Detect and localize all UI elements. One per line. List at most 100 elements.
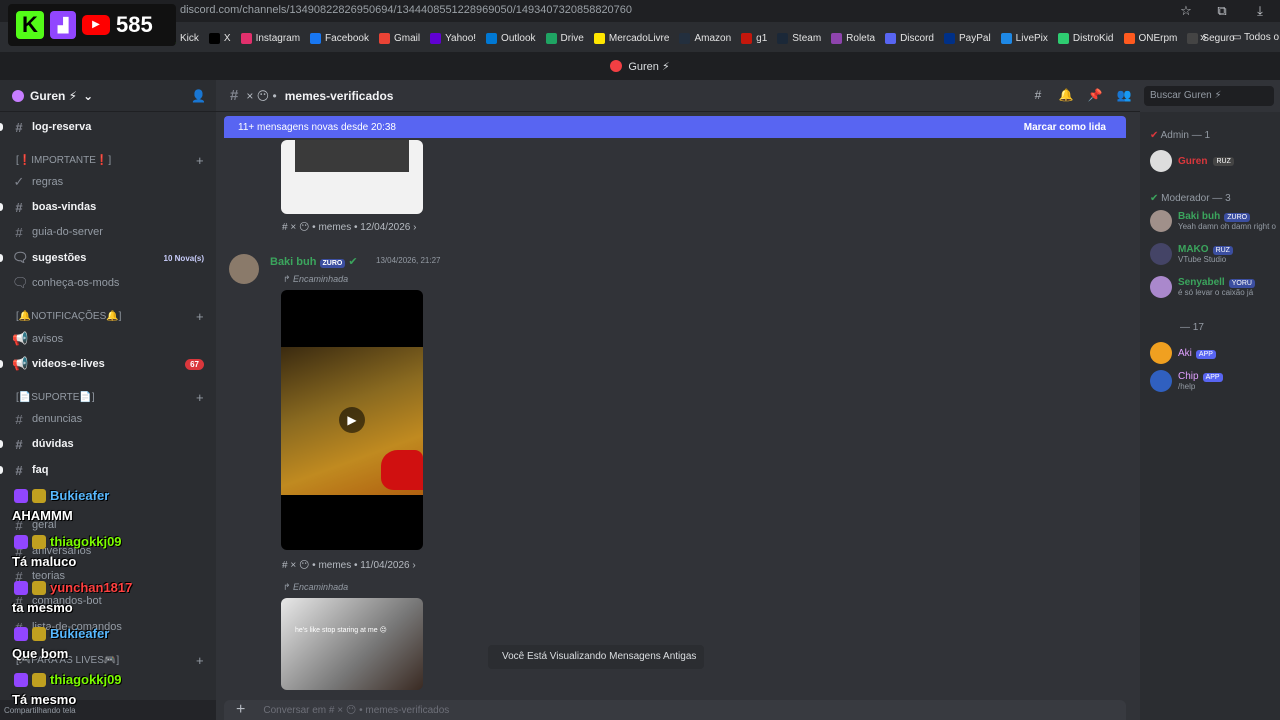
avatar[interactable] xyxy=(229,254,259,284)
folder-icon: ▭ xyxy=(1232,32,1245,43)
add-channel-icon[interactable]: + xyxy=(196,653,204,668)
video-attachment-2[interactable]: he's like stop staring at me 😐 xyxy=(281,598,423,690)
bookmark-item[interactable]: g1 xyxy=(741,32,767,44)
sidebar-channel[interactable]: # faq xyxy=(0,459,216,481)
bell-icon[interactable]: 🔔 xyxy=(1058,88,1074,104)
sidebar-channel[interactable]: ✓ regras xyxy=(0,171,216,193)
member-bot[interactable]: Aki APP xyxy=(1150,342,1216,364)
bookmark-item[interactable]: ONErpm xyxy=(1123,32,1177,44)
member-moderator[interactable]: MAKO RUZ VTube Studio xyxy=(1150,243,1233,265)
bookmark-item[interactable]: Seguro xyxy=(1187,32,1235,44)
pin-icon[interactable]: 📌 xyxy=(1087,88,1103,104)
bookmark-item[interactable]: DistroKid xyxy=(1057,32,1114,44)
bookmark-favicon-icon xyxy=(679,32,691,44)
sidebar-channel[interactable]: # guia-do-server xyxy=(0,221,216,243)
viewer-count: 585 xyxy=(116,12,153,37)
search-input[interactable]: Buscar Guren ⚡ xyxy=(1144,86,1274,106)
member-name-row: Baki buh ZURO xyxy=(1178,211,1276,222)
bookmark-item[interactable]: Discord xyxy=(885,32,934,44)
avatar xyxy=(1150,342,1172,364)
youtube-logo-icon: ▶ xyxy=(82,15,110,35)
message-image[interactable] xyxy=(281,140,423,214)
bookmark-item[interactable]: LivePix xyxy=(1000,32,1048,44)
member-moderator[interactable]: Senyabell YORU é só levar o caixão já xyxy=(1150,276,1255,298)
play-icon[interactable]: ▶ xyxy=(339,407,365,433)
category-header[interactable]: [❗IMPORTANTE❗] xyxy=(16,155,111,166)
member-tag: RUZ xyxy=(1212,246,1233,255)
sidebar-channel[interactable]: 🗨 conheça-os-mods xyxy=(0,272,216,294)
bookmark-favicon-icon xyxy=(1187,32,1199,44)
bookmark-item[interactable]: PayPal xyxy=(943,32,991,44)
forward-meta[interactable]: # × 😶 • memes • 12/04/2026 › xyxy=(282,222,416,233)
address-bar[interactable]: discord.com/channels/1349082282695069​4/… xyxy=(0,0,1280,22)
server-header[interactable]: Guren ⚡ ⌄ 👤 xyxy=(0,80,216,112)
message-input[interactable]: Conversar em # × 😶 • memes-verificados xyxy=(263,705,449,716)
add-channel-icon[interactable]: + xyxy=(196,153,204,168)
bookmark-item[interactable]: MercadoLivre xyxy=(593,32,670,44)
unread-indicator xyxy=(0,254,3,262)
channel-header: # × 😶 • memes-verificados xyxy=(216,80,1140,112)
add-channel-icon[interactable]: + xyxy=(196,390,204,405)
threads-icon[interactable]: # xyxy=(1030,88,1046,104)
category-header[interactable]: [📄SUPORTE📄] xyxy=(16,392,95,403)
add-attachment-icon[interactable]: + xyxy=(236,701,245,719)
sidebar-channel[interactable]: # boas-vindas xyxy=(0,196,216,218)
bookmarks-more[interactable]: » xyxy=(1200,30,1207,44)
bookmark-label: MercadoLivre xyxy=(608,32,670,44)
message-author[interactable]: Baki buh ZURO ✔ xyxy=(270,255,358,268)
bookmark-label: Seguro xyxy=(1202,32,1235,44)
mark-as-read-button[interactable]: Marcar como lida xyxy=(1024,122,1106,133)
video-attachment[interactable]: ▶ xyxy=(281,290,423,550)
bookmark-favicon-icon xyxy=(885,32,897,44)
sidebar-channel[interactable]: # dúvidas xyxy=(0,433,216,455)
sidebar-channel[interactable]: 📢 avisos xyxy=(0,328,216,350)
channel-label: regras xyxy=(32,176,64,188)
member-admin[interactable]: Guren RUZ xyxy=(1150,150,1234,172)
forwarded-label-2: ↱ Encaminhada xyxy=(283,582,348,593)
message-composer[interactable]: + Conversar em # × 😶 • memes-verificados xyxy=(224,700,1126,720)
add-channel-icon[interactable]: + xyxy=(196,309,204,324)
chat-username-text: Bukieafer xyxy=(50,488,110,503)
bookmark-item[interactable]: Yahoo! xyxy=(430,32,476,44)
sidebar-channel[interactable]: 📢 videos-e-lives 67 xyxy=(0,353,216,375)
bookmark-favicon-icon xyxy=(240,32,252,44)
bookmark-item[interactable]: Drive xyxy=(545,32,584,44)
sidebar-channel[interactable]: # denuncias xyxy=(0,408,216,430)
members-icon[interactable]: 👥 xyxy=(1116,88,1132,104)
new-messages-banner[interactable]: 11+ mensagens novas desde 20:38 Marcar c… xyxy=(224,116,1126,138)
bookmark-favicon-icon xyxy=(1057,32,1069,44)
bookmark-item[interactable]: Amazon xyxy=(679,32,732,44)
add-member-icon[interactable]: 👤 xyxy=(191,89,206,103)
category-header[interactable]: [🔔NOTIFICAÇÕES🔔] xyxy=(16,311,121,322)
bookmark-label: Kick xyxy=(180,32,199,44)
all-bookmarks[interactable]: ▭ Todos o xyxy=(1232,32,1279,43)
bookmark-item[interactable]: Facebook xyxy=(310,32,369,44)
sidebar-channel[interactable]: 🗨 sugestões 10 Nova(s) xyxy=(0,247,216,269)
bookmark-item[interactable]: Outlook xyxy=(486,32,536,44)
forward-icon: ↱ xyxy=(283,274,294,284)
bookmark-item[interactable]: X xyxy=(208,32,231,44)
bookmark-label: Amazon xyxy=(694,32,732,44)
bookmark-favicon-icon xyxy=(1000,32,1012,44)
twitch-badge-icon xyxy=(14,672,28,687)
bookmark-item[interactable]: Instagram xyxy=(240,32,300,44)
unread-indicator xyxy=(0,360,3,368)
member-bot[interactable]: Chip APP/help xyxy=(1150,370,1223,392)
check-icon: ✔ xyxy=(1150,130,1161,141)
bookmark-item[interactable]: Steam xyxy=(777,32,821,44)
bookmark-favicon-icon xyxy=(430,32,442,44)
forward-meta-2[interactable]: # × 😶 • memes • 11/04/2026 › xyxy=(282,560,416,571)
extensions-icon[interactable]: ⧉ xyxy=(1214,3,1230,19)
channel-prefix: × 😶 • xyxy=(246,88,277,103)
bookmark-item[interactable]: Gmail xyxy=(378,32,420,44)
bookmark-item[interactable]: Roleta xyxy=(831,32,875,44)
bookmark-favicon-icon xyxy=(208,32,220,44)
member-status: é só levar o caixão já xyxy=(1178,288,1254,297)
member-moderator[interactable]: Baki buh ZURO Yeah damn oh damn right o xyxy=(1150,210,1276,232)
download-icon[interactable]: ⤓ xyxy=(1252,3,1268,19)
url-text[interactable]: discord.com/channels/1349082282695069​4/… xyxy=(180,4,632,16)
old-messages-notice[interactable]: Você Está Visualizando Mensagens Antigas xyxy=(488,645,704,669)
star-icon[interactable]: ☆ xyxy=(1178,3,1194,19)
sidebar-channel-log-reserva[interactable]: # log-reserva xyxy=(0,116,216,138)
member-name: Guren xyxy=(1178,155,1208,167)
